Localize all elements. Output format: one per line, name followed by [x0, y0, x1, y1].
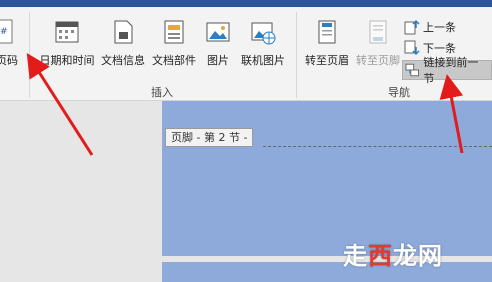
docinfo-label: 文档信息	[101, 54, 145, 67]
ribbon-separator	[296, 12, 297, 98]
footer-section-tag: 页脚 - 第 2 节 -	[165, 128, 254, 147]
docparts-label: 文档部件	[152, 54, 196, 67]
goto-header-label: 转至页眉	[305, 54, 349, 67]
picture-label: 图片	[207, 54, 229, 67]
picture-button[interactable]: 图片	[203, 19, 233, 68]
watermark-logo: 走西龙网	[343, 242, 443, 270]
link-icon	[405, 63, 419, 77]
document-info-icon	[114, 20, 133, 44]
goto-footer-icon	[369, 20, 387, 44]
docinfo-button[interactable]: 文档信息	[98, 19, 148, 68]
ribbon-separator	[29, 12, 30, 98]
online-picture-button[interactable]: 联机图片	[236, 19, 290, 68]
online-picture-label: 联机图片	[241, 54, 285, 67]
docparts-button[interactable]: 文档部件	[149, 19, 199, 68]
picture-icon	[206, 22, 230, 42]
navigation-group-label: 导航	[388, 86, 410, 99]
ribbon: # 页码 日期和时间 文档信息 文档部件 图片 联机图片 插入 转至页眉 转至页…	[0, 7, 492, 101]
calendar-icon	[55, 21, 79, 43]
previous-button[interactable]: 上一条	[404, 18, 456, 36]
page-number-icon: #	[0, 19, 13, 44]
online-picture-icon	[251, 22, 276, 45]
datetime-label: 日期和时间	[39, 54, 95, 67]
datetime-button[interactable]: 日期和时间	[37, 19, 97, 68]
insert-group-label: 插入	[151, 86, 173, 99]
page-footer-area[interactable]	[162, 101, 492, 256]
svg-text:#: #	[0, 27, 8, 37]
goto-header-icon	[318, 20, 336, 44]
goto-header-button[interactable]: 转至页眉	[302, 19, 352, 68]
link-previous-label: 链接到前一节	[423, 56, 479, 85]
goto-footer-button[interactable]: 转至页脚	[353, 19, 403, 68]
previous-label: 上一条	[423, 21, 456, 34]
goto-footer-label: 转至页脚	[356, 54, 400, 67]
next-icon	[404, 40, 420, 56]
title-bar	[0, 0, 492, 7]
previous-icon	[404, 19, 420, 35]
page-number-label: 页码	[0, 54, 18, 67]
footer-boundary-line	[263, 146, 492, 147]
page-number-button[interactable]: # 页码	[0, 19, 18, 68]
document-parts-icon	[164, 20, 184, 44]
link-previous-button[interactable]: 链接到前一节	[402, 56, 492, 85]
